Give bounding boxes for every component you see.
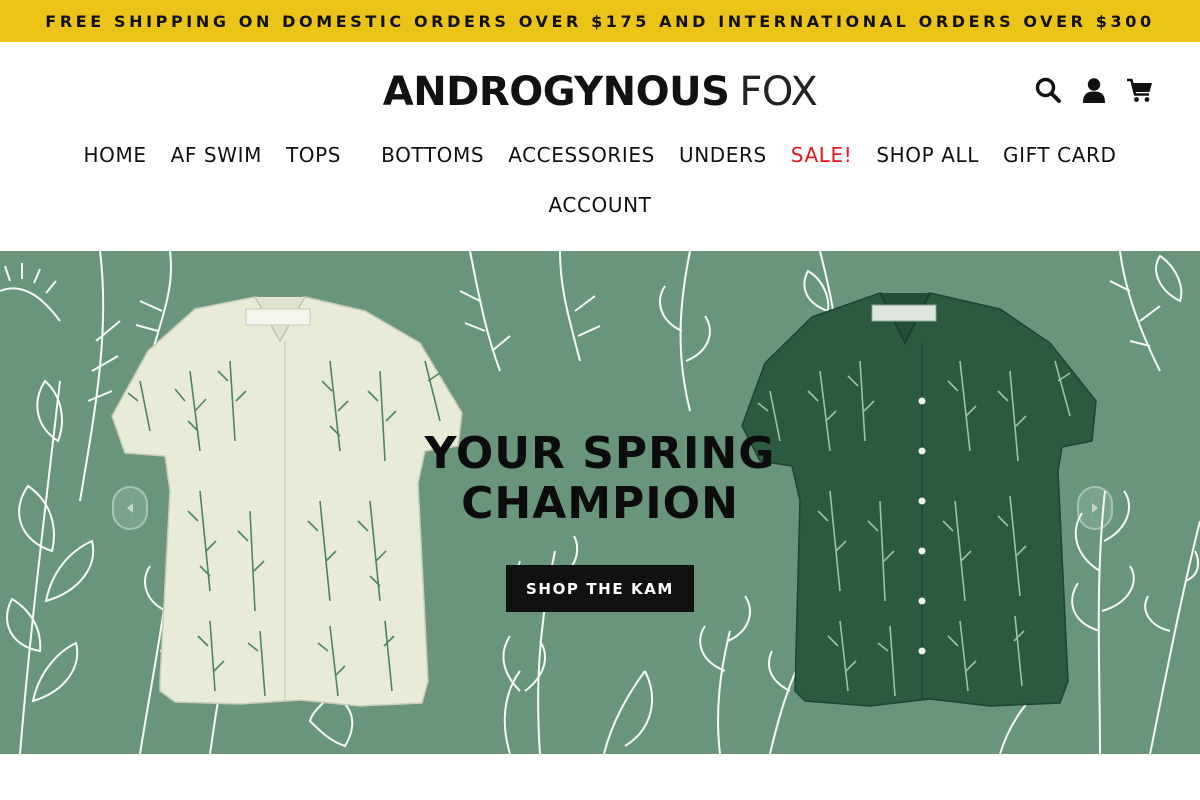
nav-item-home[interactable]: HOME	[72, 142, 159, 168]
account-icon[interactable]	[1080, 76, 1108, 104]
logo-word-fox: FOX	[739, 69, 818, 115]
nav-item-shop-all[interactable]: SHOP ALL	[864, 142, 991, 168]
nav-item-accessories[interactable]: ACCESSORIES	[496, 142, 667, 168]
header-icons	[1034, 76, 1154, 104]
announcement-bar: FREE SHIPPING ON DOMESTIC ORDERS OVER $1…	[0, 0, 1200, 42]
nav-item-account[interactable]: ACCOUNT	[536, 192, 663, 218]
nav-item-gift-card[interactable]: GIFT CARD	[991, 142, 1128, 168]
hero-title-line-1: YOUR SPRING	[424, 428, 776, 479]
nav-item-bottoms[interactable]: BOTTOMS	[369, 142, 496, 168]
cart-icon[interactable]	[1126, 76, 1154, 104]
logo-word-androgynous: ANDROGYNOUS	[382, 69, 730, 115]
hero-banner[interactable]: YOUR SPRING CHAMPION SHOP THE KAM	[0, 251, 1200, 754]
nav-item-tops[interactable]: TOPS	[274, 142, 353, 168]
nav-item-sale[interactable]: SALE!	[779, 142, 865, 168]
main-nav: HOME AF SWIM TOPS BOTTOMS ACCESSORIES UN…	[0, 142, 1200, 168]
nav-item-unders[interactable]: UNDERS	[667, 142, 779, 168]
shop-the-kam-button[interactable]: SHOP THE KAM	[506, 565, 694, 612]
site-header: ANDROGYNOUS FOX HOME AF SWIM TOPS BOTTOMS…	[0, 42, 1200, 251]
nav-item-af-swim[interactable]: AF SWIM	[159, 142, 274, 168]
search-icon[interactable]	[1034, 76, 1062, 104]
hero-title: YOUR SPRING CHAMPION	[0, 429, 1200, 529]
hero-title-line-2: CHAMPION	[461, 478, 739, 529]
announcement-text: FREE SHIPPING ON DOMESTIC ORDERS OVER $1…	[45, 11, 1155, 31]
site-logo[interactable]: ANDROGYNOUS FOX	[0, 70, 1200, 114]
secondary-nav: ACCOUNT	[0, 192, 1200, 218]
